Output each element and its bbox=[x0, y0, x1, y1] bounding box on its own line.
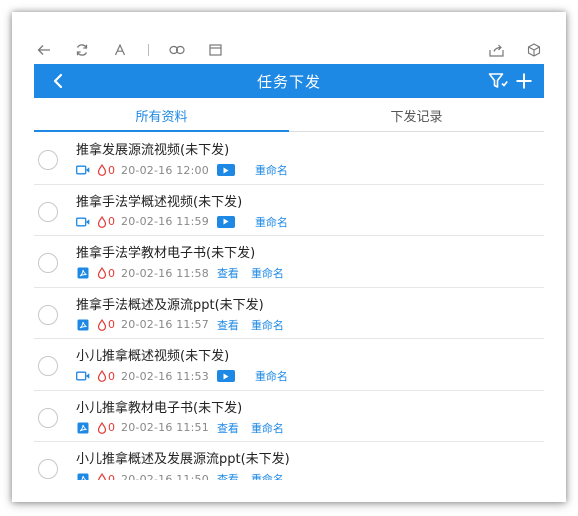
count-value: 0 bbox=[108, 421, 115, 434]
rename-button[interactable]: 重命名 bbox=[251, 420, 284, 436]
materials-list: 推拿发展源流视频(未下发) 0 20-02-16 12:00 重命名 推拿手法学概述视频… bbox=[34, 133, 544, 480]
pdf-file-icon bbox=[76, 319, 90, 331]
drop-icon bbox=[97, 370, 107, 382]
dispatch-count: 0 bbox=[97, 215, 115, 228]
add-icon[interactable] bbox=[512, 69, 536, 93]
back-arrow-icon[interactable] bbox=[34, 40, 54, 60]
material-name: 推拿发展源流视频(未下发) bbox=[76, 143, 230, 158]
count-value: 0 bbox=[108, 472, 115, 481]
material-meta: 0 20-02-16 11:50 查看 重命名 bbox=[76, 471, 284, 480]
rename-button[interactable]: 重命名 bbox=[251, 471, 284, 480]
tab-bar: 所有资料 下发记录 bbox=[34, 100, 544, 132]
list-item[interactable]: 推拿手法概述及源流ppt(未下发) 0 20-02-16 11:57 查看 重命名 bbox=[34, 288, 544, 339]
count-value: 0 bbox=[108, 318, 115, 331]
toolbar-divider bbox=[148, 44, 149, 56]
dispatch-count: 0 bbox=[97, 267, 115, 280]
material-date: 20-02-16 11:51 bbox=[121, 421, 209, 434]
material-name: 小儿推拿概述视频(未下发) bbox=[76, 349, 230, 364]
select-radio[interactable] bbox=[38, 407, 58, 428]
list-item[interactable]: 小儿推拿教材电子书(未下发) 0 20-02-16 11:51 查看 重命名 bbox=[34, 391, 544, 442]
video-file-icon bbox=[76, 216, 90, 228]
material-name: 小儿推拿教材电子书(未下发) bbox=[76, 400, 243, 416]
share-icon[interactable] bbox=[486, 40, 506, 60]
count-value: 0 bbox=[108, 266, 115, 280]
browser-toolbar bbox=[34, 38, 544, 62]
material-name: 推拿手法概述及源流ppt(未下发) bbox=[76, 297, 264, 313]
rename-button[interactable]: 重命名 bbox=[255, 214, 288, 230]
play-icon[interactable] bbox=[216, 164, 235, 176]
drop-icon bbox=[97, 318, 107, 331]
select-radio[interactable] bbox=[38, 356, 58, 376]
view-button[interactable]: 查看 bbox=[217, 420, 239, 436]
dispatch-count: 0 bbox=[97, 318, 115, 331]
pdf-file-icon bbox=[76, 422, 90, 434]
select-radio[interactable] bbox=[38, 253, 58, 273]
rename-button[interactable]: 重命名 bbox=[255, 368, 288, 384]
material-date: 20-02-16 11:59 bbox=[121, 215, 209, 228]
page-title: 任务下发 bbox=[256, 72, 321, 91]
material-name: 小儿推拿概述及发展源流ppt(未下发) bbox=[76, 452, 290, 467]
material-date: 20-02-16 11:50 bbox=[121, 472, 209, 481]
tab-dispatch-records[interactable]: 下发记录 bbox=[289, 100, 544, 131]
list-item[interactable]: 小儿推拿概述及发展源流ppt(未下发) 0 20-02-16 11:50 查看 重命名 bbox=[34, 442, 544, 480]
cube-icon[interactable] bbox=[524, 40, 544, 60]
list-item[interactable]: 推拿发展源流视频(未下发) 0 20-02-16 12:00 重命名 bbox=[34, 133, 544, 185]
drop-icon bbox=[97, 473, 107, 480]
drop-icon bbox=[97, 267, 107, 279]
select-radio[interactable] bbox=[38, 304, 58, 325]
view-button[interactable]: 查看 bbox=[217, 471, 239, 480]
window-icon[interactable] bbox=[205, 40, 225, 60]
material-meta: 0 20-02-16 12:00 重命名 bbox=[76, 162, 288, 178]
dispatch-count: 0 bbox=[97, 164, 115, 177]
drop-icon bbox=[97, 164, 107, 176]
material-meta: 0 20-02-16 11:51 查看 重命名 bbox=[76, 420, 284, 436]
rename-button[interactable]: 重命名 bbox=[251, 265, 284, 281]
filter-icon[interactable] bbox=[486, 69, 510, 93]
select-radio[interactable] bbox=[38, 150, 58, 170]
app-window: 任务下发 所有资料 下发记录 推拿发展源流视频(未下发) 0 20-02-16 12… bbox=[12, 12, 566, 502]
pdf-file-icon bbox=[76, 473, 90, 480]
link-icon[interactable] bbox=[167, 40, 187, 60]
list-item[interactable]: 推拿手法学教材电子书(未下发) 0 20-02-16 11:58 查看 重命名 bbox=[34, 236, 544, 288]
refresh-icon[interactable] bbox=[72, 40, 92, 60]
view-button[interactable]: 查看 bbox=[217, 265, 239, 281]
count-value: 0 bbox=[108, 215, 115, 228]
dispatch-count: 0 bbox=[97, 421, 115, 434]
material-date: 20-02-16 11:53 bbox=[121, 369, 209, 383]
dispatch-count: 0 bbox=[97, 472, 115, 481]
material-name: 推拿手法学教材电子书(未下发) bbox=[76, 246, 256, 261]
font-size-icon[interactable] bbox=[110, 40, 130, 60]
material-name: 推拿手法学概述视频(未下发) bbox=[76, 194, 243, 210]
list-item[interactable]: 推拿手法学概述视频(未下发) 0 20-02-16 11:59 重命名 bbox=[34, 185, 544, 236]
count-value: 0 bbox=[108, 369, 115, 383]
drop-icon bbox=[97, 215, 107, 228]
dispatch-count: 0 bbox=[97, 370, 115, 383]
video-file-icon bbox=[76, 370, 90, 382]
video-file-icon bbox=[76, 164, 90, 176]
play-icon[interactable] bbox=[216, 215, 235, 228]
pdf-file-icon bbox=[76, 267, 90, 279]
material-date: 20-02-16 11:57 bbox=[121, 318, 209, 331]
tab-all-materials[interactable]: 所有资料 bbox=[34, 100, 289, 132]
material-meta: 0 20-02-16 11:53 重命名 bbox=[76, 368, 288, 384]
list-item[interactable]: 小儿推拿概述视频(未下发) 0 20-02-16 11:53 重命名 bbox=[34, 339, 544, 391]
play-icon[interactable] bbox=[216, 370, 235, 382]
select-radio[interactable] bbox=[38, 459, 58, 479]
rename-button[interactable]: 重命名 bbox=[251, 317, 284, 333]
view-button[interactable]: 查看 bbox=[217, 317, 239, 333]
material-date: 20-02-16 11:58 bbox=[121, 266, 209, 280]
back-chevron-icon[interactable] bbox=[46, 69, 70, 93]
material-meta: 0 20-02-16 11:58 查看 重命名 bbox=[76, 265, 284, 281]
rename-button[interactable]: 重命名 bbox=[255, 162, 288, 178]
drop-icon bbox=[97, 421, 107, 434]
material-meta: 0 20-02-16 11:59 重命名 bbox=[76, 214, 288, 230]
app-header: 任务下发 bbox=[34, 64, 544, 98]
select-radio[interactable] bbox=[38, 201, 58, 222]
material-meta: 0 20-02-16 11:57 查看 重命名 bbox=[76, 317, 284, 333]
count-value: 0 bbox=[108, 163, 115, 177]
material-date: 20-02-16 12:00 bbox=[121, 163, 209, 177]
